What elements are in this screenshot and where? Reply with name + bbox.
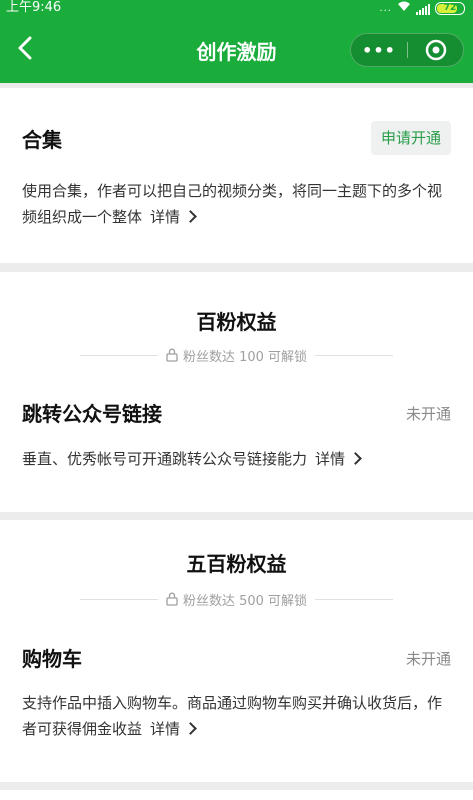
shopping-cart-title: 购物车 — [22, 647, 82, 671]
close-button[interactable] — [408, 34, 463, 66]
tier-500-card: 五百粉权益 粉丝数达 500 可解锁 购物车 未开通 支持作品中插入购物车。商品… — [0, 520, 473, 782]
tier-100-title: 百粉权益 — [196, 310, 277, 334]
more-dots-icon: ••• — [362, 40, 396, 60]
detail-label: 详情 — [150, 720, 181, 738]
tier-100-card: 百粉权益 粉丝数达 100 可解锁 跳转公众号链接 未开通 垂直、优秀帐号可开通… — [0, 272, 473, 512]
detail-label: 详情 — [150, 208, 181, 226]
official-account-link-description-text: 垂直、优秀帐号可开通跳转公众号链接能力 — [22, 450, 308, 468]
shopping-cart-detail-link[interactable]: 详情 — [150, 720, 197, 738]
official-account-link-title: 跳转公众号链接 — [22, 402, 162, 426]
tier-500-unlock: 粉丝数达 500 可解锁 — [80, 589, 394, 609]
wifi-icon — [397, 1, 411, 16]
collection-description: 使用合集，作者可以把自己的视频分类，将同一主题下的多个视频组织成一个整体 详情 — [22, 178, 452, 230]
shopping-cart-description: 支持作品中插入购物车。商品通过购物车购买并确认收货后，作者可获得佣金收益 详情 — [22, 690, 452, 742]
lock-icon — [166, 348, 178, 362]
shopping-cart-description-text: 支持作品中插入购物车。商品通过购物车购买并确认收货后，作者可获得佣金收益 — [22, 694, 443, 738]
apply-open-button[interactable]: 申请开通 — [370, 121, 451, 155]
collection-description-text: 使用合集，作者可以把自己的视频分类，将同一主题下的多个视频组织成一个整体 — [22, 182, 443, 226]
divider-line — [80, 354, 158, 356]
tier-100-unlock: 粉丝数达 100 可解锁 — [80, 345, 394, 365]
official-account-link-detail-link[interactable]: 详情 — [315, 450, 362, 468]
divider-line — [80, 598, 158, 600]
tier-500-unlock-text: 粉丝数达 500 可解锁 — [182, 593, 308, 609]
mini-program-capsule: ••• — [350, 33, 464, 67]
divider-line — [315, 354, 394, 356]
status-indicators: ... 72 — [379, 1, 465, 16]
official-account-link-description: 垂直、优秀帐号可开通跳转公众号链接能力 详情 — [22, 446, 452, 472]
app-header: 上午9:46 ... 72 创作激励 ••• — [0, 0, 473, 83]
official-account-link-status: 未开通 — [405, 405, 451, 423]
status-bar: 上午9:46 ... 72 — [0, 0, 473, 18]
tier-100-unlock-label: 粉丝数达 100 可解锁 — [166, 346, 307, 365]
chevron-right-icon — [349, 452, 362, 465]
collection-card: 合集 申请开通 使用合集，作者可以把自己的视频分类，将同一主题下的多个视频组织成… — [0, 88, 473, 263]
battery-level: 72 — [443, 3, 457, 13]
divider-line — [315, 598, 394, 600]
record-circle-icon — [425, 39, 446, 61]
detail-label: 详情 — [315, 450, 346, 468]
tier-500-unlock-label: 粉丝数达 500 可解锁 — [166, 590, 307, 609]
chevron-right-icon — [184, 722, 197, 735]
chevron-right-icon — [184, 210, 197, 223]
shopping-cart-status: 未开通 — [405, 650, 451, 668]
more-button[interactable]: ••• — [351, 34, 407, 66]
lock-icon — [166, 592, 178, 606]
battery-icon: 72 — [435, 2, 465, 15]
collection-detail-link[interactable]: 详情 — [150, 208, 197, 226]
signal-icon — [416, 3, 430, 15]
status-time: 上午9:46 — [6, 0, 62, 15]
tier-500-title: 五百粉权益 — [186, 552, 287, 576]
collection-title: 合集 — [22, 128, 62, 152]
tier-100-unlock-text: 粉丝数达 100 可解锁 — [182, 349, 308, 365]
next-card — [0, 790, 473, 800]
status-dots: ... — [379, 2, 392, 14]
